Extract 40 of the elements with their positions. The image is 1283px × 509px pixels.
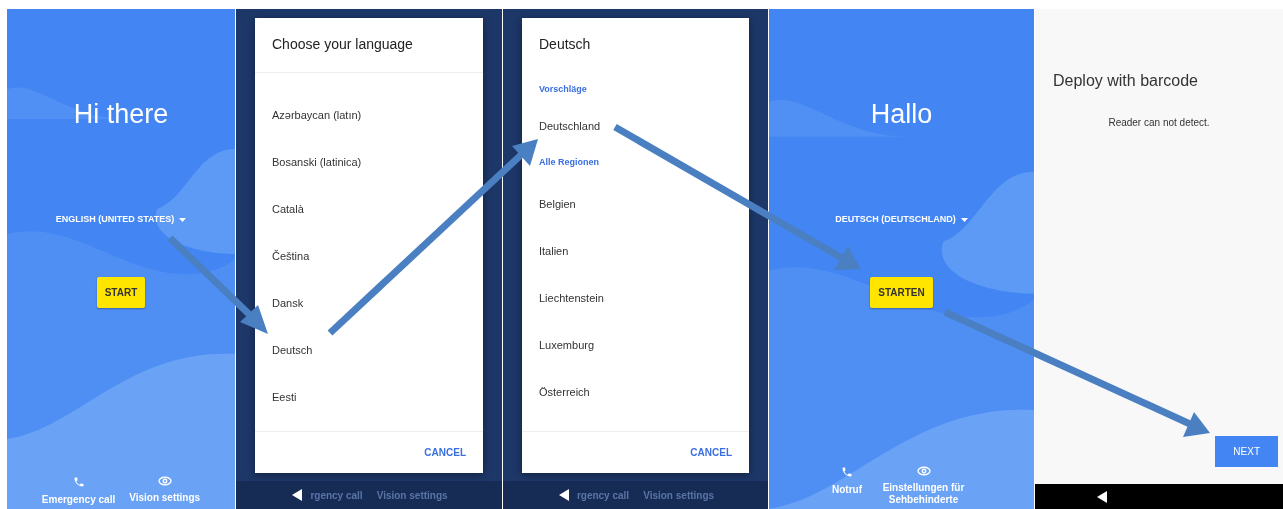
- list-item[interactable]: Liechtenstein: [522, 275, 749, 322]
- greeting-title: Hallo: [870, 98, 933, 131]
- list-item[interactable]: Bosanski (latinica): [255, 139, 483, 186]
- greeting-title: Hi there: [73, 98, 169, 131]
- status-message: Reader can not detect.: [1107, 116, 1211, 130]
- list-item[interactable]: Österreich: [522, 369, 749, 416]
- dimmed-label: rgency call: [576, 488, 630, 503]
- list-item[interactable]: Dansk: [255, 280, 483, 327]
- list-item[interactable]: Eesti: [255, 374, 483, 421]
- phone-icon: [841, 466, 853, 478]
- list-item[interactable]: Català: [255, 186, 483, 233]
- dimmed-label: Vision settings: [376, 488, 448, 503]
- list-item[interactable]: Belgien: [522, 181, 749, 228]
- list-item[interactable]: Deutsch: [255, 327, 483, 374]
- list-item[interactable]: Čeština: [255, 233, 483, 280]
- cancel-button[interactable]: CANCEL: [690, 445, 732, 460]
- dialog-title: Deutsch: [538, 35, 592, 54]
- section-header: Vorschläge: [538, 83, 588, 97]
- dialog-title: Choose your language: [271, 35, 414, 54]
- page-title: Deploy with barcode: [1052, 71, 1199, 91]
- next-button[interactable]: NEXT: [1215, 436, 1278, 467]
- back-icon[interactable]: [1097, 491, 1107, 503]
- list-item[interactable]: Deutschland: [522, 108, 749, 145]
- phone-icon: [72, 476, 85, 488]
- language-dropdown[interactable]: DEUTSCH (DEUTSCHLAND): [835, 213, 968, 227]
- language-dropdown[interactable]: ENGLISH (UNITED STATES): [55, 213, 187, 227]
- list-item[interactable]: Italien: [522, 228, 749, 275]
- eye-icon: [157, 476, 172, 486]
- eye-icon: [916, 466, 931, 476]
- list-item[interactable]: Luxemburg: [522, 322, 749, 369]
- dimmed-label: rgency call: [310, 488, 363, 503]
- cancel-button[interactable]: CANCEL: [424, 445, 466, 460]
- dimmed-label: Vision settings: [643, 488, 715, 503]
- list-item[interactable]: Azərbaycan (latın): [255, 92, 483, 139]
- back-icon[interactable]: [559, 489, 569, 501]
- section-header: Alle Regionen: [538, 156, 600, 170]
- back-icon[interactable]: [292, 489, 302, 501]
- dropdown-caret-icon: [179, 218, 187, 223]
- start-button[interactable]: STARTEN: [870, 276, 933, 308]
- dropdown-caret-icon: [960, 218, 968, 223]
